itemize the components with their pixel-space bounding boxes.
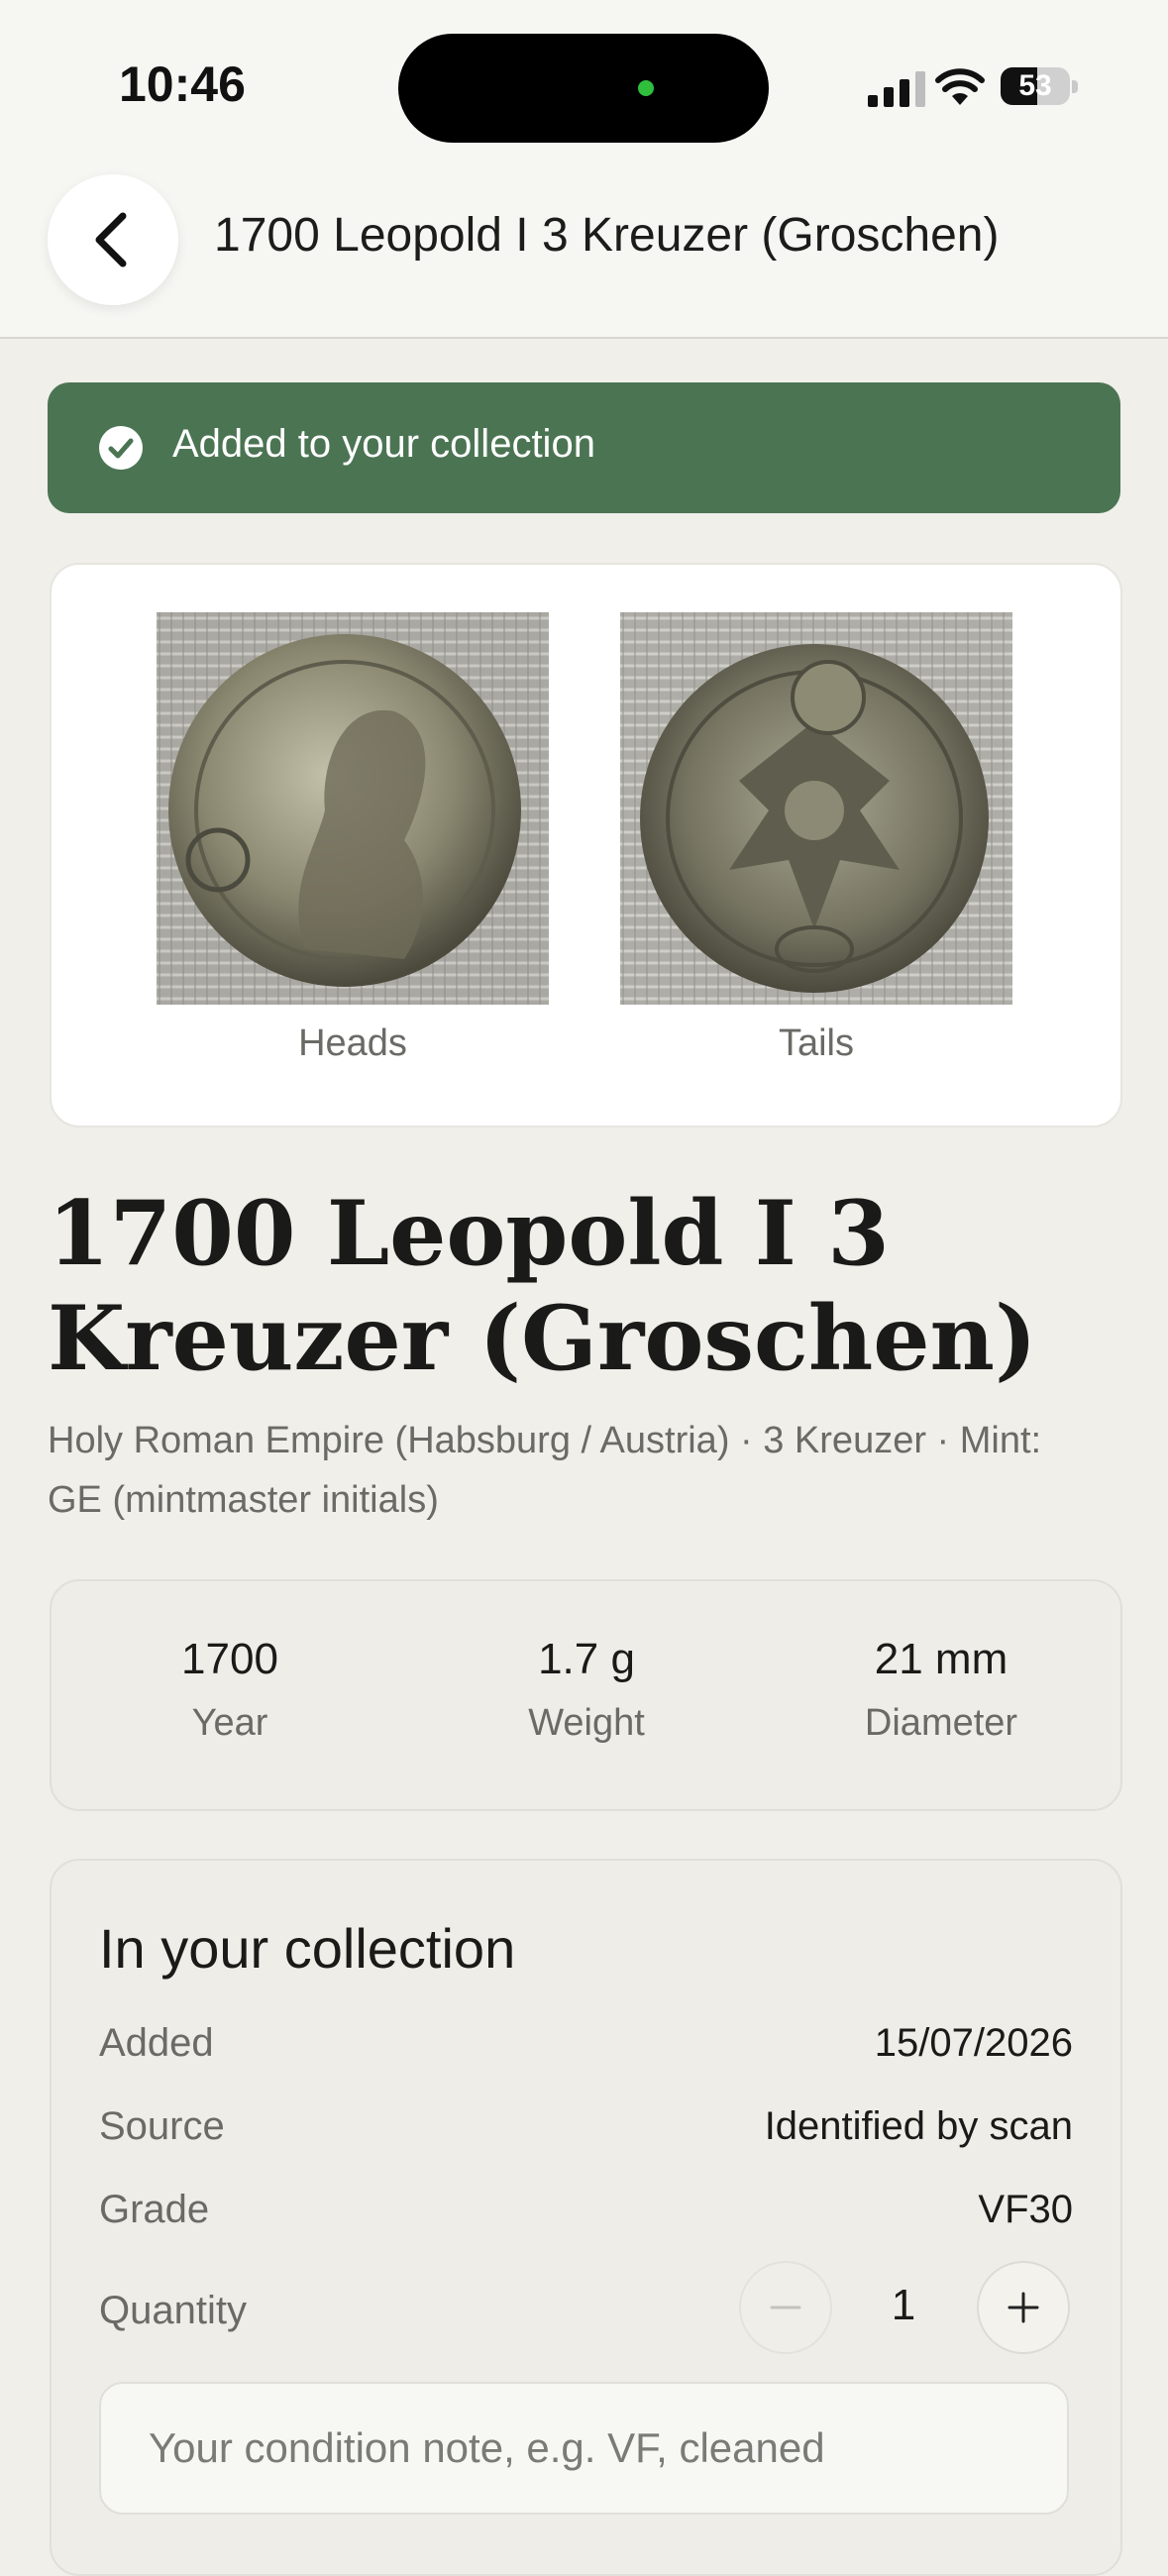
stat-label: Diameter: [864, 1702, 1018, 1744]
tails-caption: Tails: [778, 1022, 855, 1064]
wifi-icon: [935, 68, 985, 105]
coin-stats-card: 1700 Year 1.7 g Weight 21 mm Diameter: [50, 1579, 1122, 1811]
stat-year: 1700 Year: [81, 1635, 378, 1745]
toast-message: Added to your collection: [172, 422, 595, 466]
stat-value: 21 mm: [874, 1635, 1009, 1683]
stat-diameter: 21 mm Diameter: [793, 1635, 1090, 1745]
source-label: Source: [99, 2104, 225, 2148]
added-value: 15/07/2026: [874, 2021, 1073, 2065]
added-label: Added: [99, 2021, 214, 2065]
nav-title: 1700 Leopold I 3 Kreuzer (Groschen): [214, 209, 1000, 262]
status-time: 10:46: [119, 56, 246, 112]
collection-card: In your collection Added 15/07/2026 Sour…: [50, 1859, 1122, 2576]
coin-subtitle: Holy Roman Empire (Habsburg / Austria) ·…: [48, 1420, 1042, 1521]
camera-indicator-dot: [638, 80, 654, 96]
cellular-signal-icon: [868, 71, 925, 107]
coin-images-card: Heads Tails: [50, 563, 1122, 1127]
condition-note-input[interactable]: [99, 2382, 1069, 2515]
dynamic-island: [398, 34, 769, 143]
success-toast: Added to your collection: [48, 382, 1120, 513]
battery-percentage: 53: [1018, 69, 1052, 102]
stat-label: Year: [191, 1702, 268, 1744]
minus-icon: [770, 2306, 801, 2309]
grade-label: Grade: [99, 2188, 210, 2231]
quantity-value: 1: [891, 2281, 916, 2329]
check-circle-icon: [99, 426, 143, 470]
navigation-bar: 1700 Leopold I 3 Kreuzer (Groschen): [0, 168, 1168, 339]
status-bar: 10:46 53: [0, 0, 1168, 168]
stat-label: Weight: [528, 1702, 645, 1744]
quantity-decrement-button[interactable]: [739, 2261, 832, 2354]
quantity-increment-button[interactable]: [977, 2261, 1070, 2354]
chevron-left-icon: [95, 212, 127, 268]
grade-value: VF30: [978, 2188, 1073, 2231]
battery-icon: 53: [1001, 67, 1078, 107]
stat-value: 1.7 g: [538, 1635, 635, 1683]
quantity-label: Quantity: [99, 2289, 247, 2332]
stat-weight: 1.7 g Weight: [438, 1635, 735, 1745]
collection-title: In your collection: [99, 1917, 516, 1980]
source-value: Identified by scan: [764, 2104, 1073, 2148]
coin-heads-image[interactable]: [157, 612, 549, 1005]
plus-icon: [1008, 2292, 1039, 2323]
coin-tails-image[interactable]: [620, 612, 1012, 1005]
back-button[interactable]: [48, 174, 178, 305]
coin-title: 1700 Leopold I 3 Kreuzer (Groschen): [48, 1181, 1037, 1391]
heads-caption: Heads: [298, 1022, 407, 1064]
stat-value: 1700: [181, 1635, 278, 1683]
